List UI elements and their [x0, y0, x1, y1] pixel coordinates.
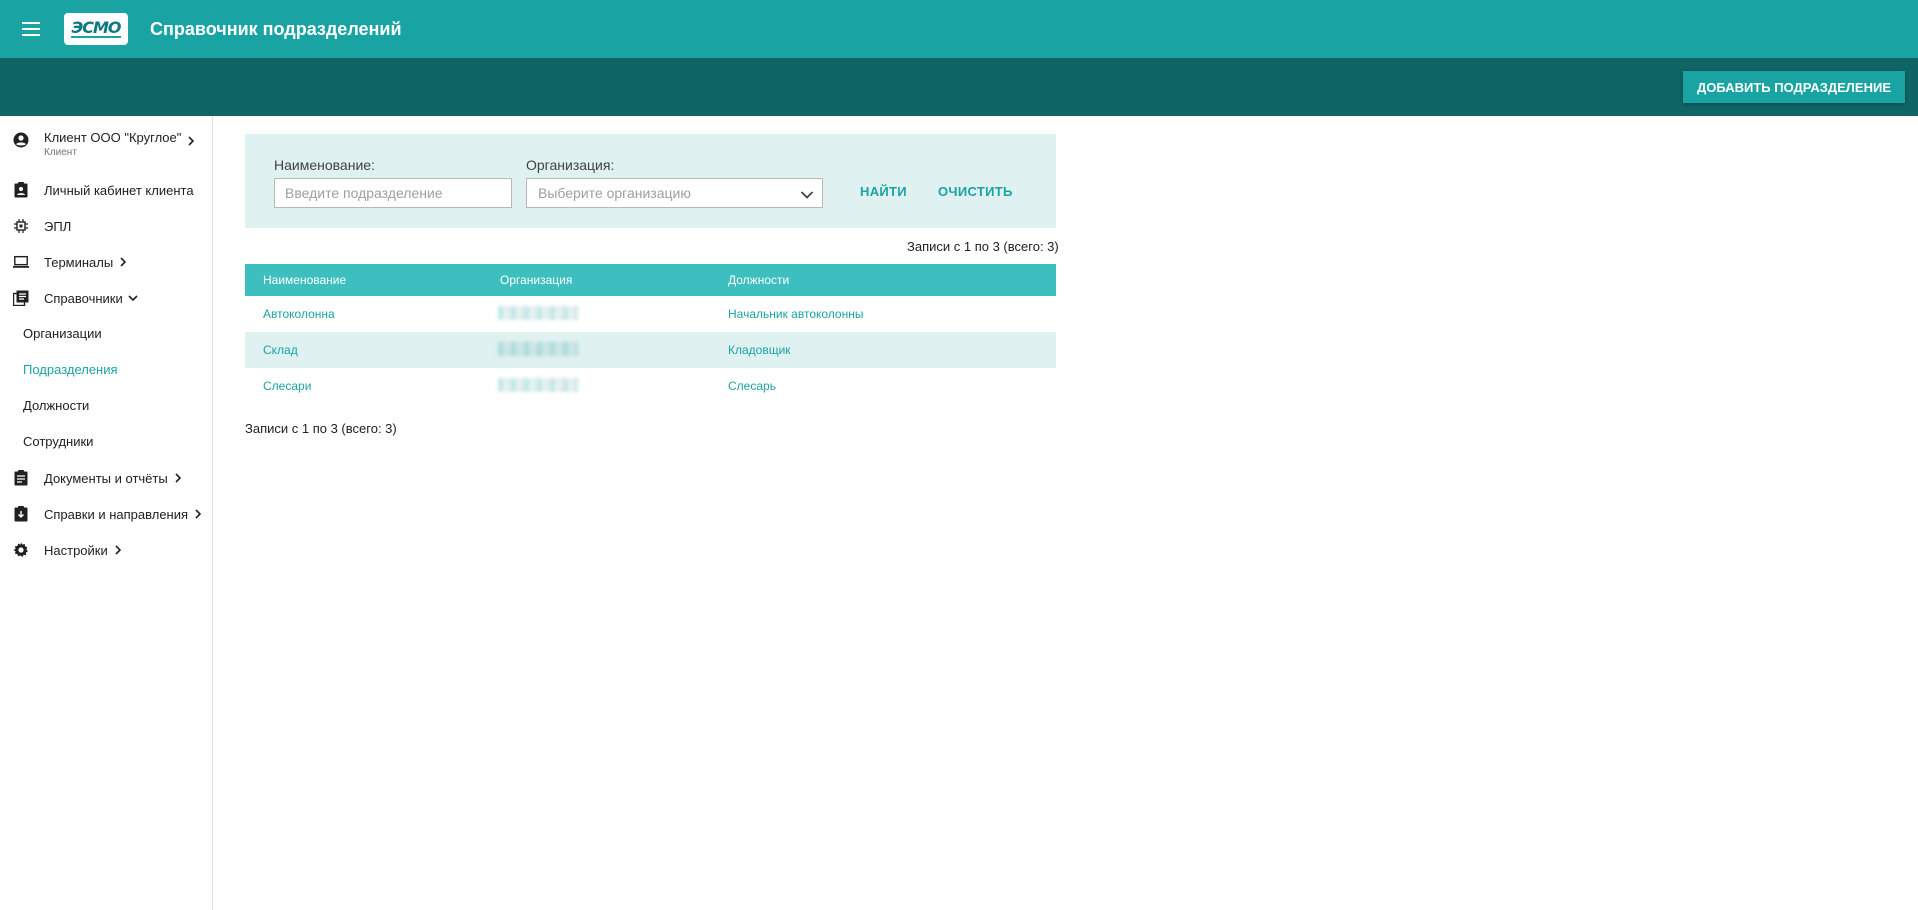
clear-button[interactable]: ОЧИСТИТЬ [938, 184, 1013, 199]
position-link[interactable]: Слесарь [728, 379, 776, 393]
position-link[interactable]: Кладовщик [728, 343, 791, 357]
records-info-bottom: Записи с 1 по 3 (всего: 3) [245, 421, 397, 436]
records-info-top: Записи с 1 по 3 (всего: 3) [907, 239, 1059, 254]
table-header: Наименование Организация Должности [245, 264, 1056, 296]
sidebar-item-label: Справки и направления [44, 506, 189, 522]
logo-text: ЭСМО [71, 18, 122, 38]
table-row: Склад Кладовщик [245, 332, 1056, 368]
sidebar-item-label: ЭПЛ [44, 218, 72, 234]
library-books-icon [13, 290, 29, 306]
organization-select[interactable]: Выберите организацию [526, 178, 823, 208]
sidebar-item-client-cabinet[interactable]: Личный кабинет клиента [0, 178, 194, 202]
chevron-right-icon [193, 509, 203, 519]
department-name-link[interactable]: Автоколонна [263, 307, 335, 321]
chevron-right-icon [113, 545, 123, 555]
department-name-link[interactable]: Склад [263, 343, 298, 357]
organization-filter-label: Организация: [526, 157, 615, 173]
department-name-link[interactable]: Слесари [263, 379, 311, 393]
sidebar-subitem-departments[interactable]: Подразделения [23, 362, 118, 377]
column-header-organization[interactable]: Организация [500, 273, 572, 287]
sidebar-subitem-positions[interactable]: Должности [23, 398, 89, 413]
account-circle-icon [13, 132, 29, 148]
name-filter-label: Наименование: [274, 157, 375, 173]
sidebar-item-directories[interactable]: Справочники [0, 286, 138, 310]
sidebar-item-label: Справочники [44, 290, 123, 306]
chip-icon [13, 218, 29, 234]
action-bar: ДОБАВИТЬ ПОДРАЗДЕЛЕНИЕ [0, 58, 1918, 116]
table-row: Слесари Слесарь [245, 368, 1056, 404]
sidebar-item-documents[interactable]: Документы и отчёты [0, 466, 183, 490]
filter-panel: Наименование: Организация: Выберите орга… [245, 134, 1056, 228]
sidebar-item-settings[interactable]: Настройки [0, 538, 123, 562]
sidebar-item-label: Личный кабинет клиента [44, 182, 194, 198]
app-logo[interactable]: ЭСМО [64, 13, 128, 45]
clipboard-download-icon [13, 506, 29, 522]
user-name: Клиент ООО "Круглое" [44, 130, 182, 145]
chevron-right-icon [118, 257, 128, 267]
chevron-down-icon [128, 293, 138, 303]
sidebar-item-terminals[interactable]: Терминалы [0, 250, 128, 274]
department-name-input[interactable] [274, 178, 512, 208]
column-header-positions[interactable]: Должности [728, 273, 789, 287]
client-card-icon [13, 182, 29, 198]
user-role: Клиент [44, 147, 77, 158]
sidebar-item-label: Документы и отчёты [44, 470, 168, 486]
organization-redacted [498, 306, 578, 320]
sidebar: Клиент ООО "Круглое" Клиент Личный кабин… [0, 116, 213, 910]
clipboard-icon [13, 470, 29, 486]
sidebar-item-certificates[interactable]: Справки и направления [0, 502, 203, 526]
top-app-bar: ЭСМО Справочник подразделений [0, 0, 1918, 58]
organization-redacted [498, 378, 578, 392]
sidebar-item-label: Настройки [44, 542, 108, 558]
sidebar-subitem-employees[interactable]: Сотрудники [23, 434, 93, 449]
departments-table: Наименование Организация Должности Авток… [245, 264, 1056, 404]
find-button[interactable]: НАЙТИ [860, 184, 907, 199]
column-header-name[interactable]: Наименование [263, 273, 346, 287]
organization-select-placeholder: Выберите организацию [538, 185, 691, 201]
gear-icon [13, 542, 29, 558]
sidebar-user[interactable]: Клиент ООО "Круглое" Клиент [0, 130, 195, 162]
table-row: Автоколонна Начальник автоколонны [245, 296, 1056, 332]
position-link[interactable]: Начальник автоколонны [728, 307, 863, 321]
sidebar-item-epl[interactable]: ЭПЛ [0, 214, 71, 238]
page-title: Справочник подразделений [150, 18, 402, 39]
chevron-down-icon [800, 187, 814, 205]
chevron-right-icon [187, 133, 195, 151]
organization-redacted [498, 342, 578, 356]
add-department-button[interactable]: ДОБАВИТЬ ПОДРАЗДЕЛЕНИЕ [1683, 71, 1905, 103]
sidebar-subitem-organizations[interactable]: Организации [23, 326, 102, 341]
sidebar-item-label: Терминалы [44, 254, 114, 270]
menu-icon[interactable] [17, 15, 45, 43]
laptop-icon [13, 254, 29, 270]
chevron-right-icon [173, 473, 183, 483]
